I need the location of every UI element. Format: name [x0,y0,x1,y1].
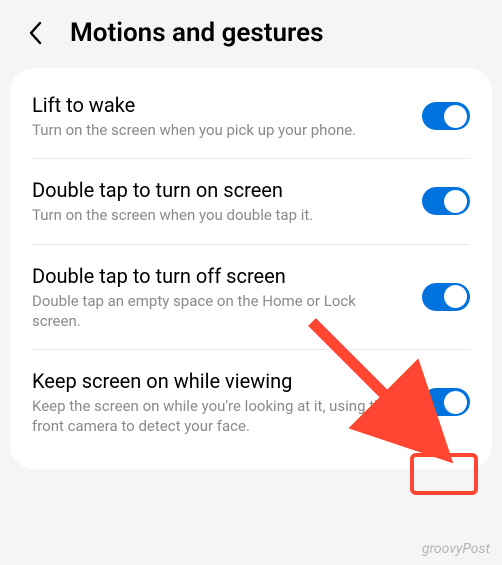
setting-title: Double tap to turn on screen [32,177,408,203]
settings-card: Lift to wake Turn on the screen when you… [10,68,492,469]
keep-screen-toggle[interactable] [422,388,470,416]
double-tap-off-toggle[interactable] [422,283,470,311]
setting-text: Double tap to turn on screen Turn on the… [32,177,422,225]
setting-text: Keep screen on while viewing Keep the sc… [32,368,422,437]
setting-double-tap-off[interactable]: Double tap to turn off screen Double tap… [32,245,470,351]
setting-text: Lift to wake Turn on the screen when you… [32,92,422,140]
lift-to-wake-toggle[interactable] [422,102,470,130]
watermark: groovyPost [422,541,490,557]
setting-desc: Keep the screen on while you're looking … [32,396,408,437]
header: Motions and gestures [0,0,502,68]
setting-title: Double tap to turn off screen [32,263,408,289]
back-icon[interactable] [28,21,42,45]
setting-desc: Double tap an empty space on the Home or… [32,291,408,332]
setting-text: Double tap to turn off screen Double tap… [32,263,422,332]
setting-keep-screen-on[interactable]: Keep screen on while viewing Keep the sc… [32,350,470,455]
page-title: Motions and gestures [70,18,323,48]
setting-lift-to-wake[interactable]: Lift to wake Turn on the screen when you… [32,74,470,159]
setting-title: Lift to wake [32,92,408,118]
setting-double-tap-on[interactable]: Double tap to turn on screen Turn on the… [32,159,470,244]
setting-title: Keep screen on while viewing [32,368,408,394]
setting-desc: Turn on the screen when you double tap i… [32,205,408,225]
setting-desc: Turn on the screen when you pick up your… [32,120,408,140]
double-tap-on-toggle[interactable] [422,187,470,215]
